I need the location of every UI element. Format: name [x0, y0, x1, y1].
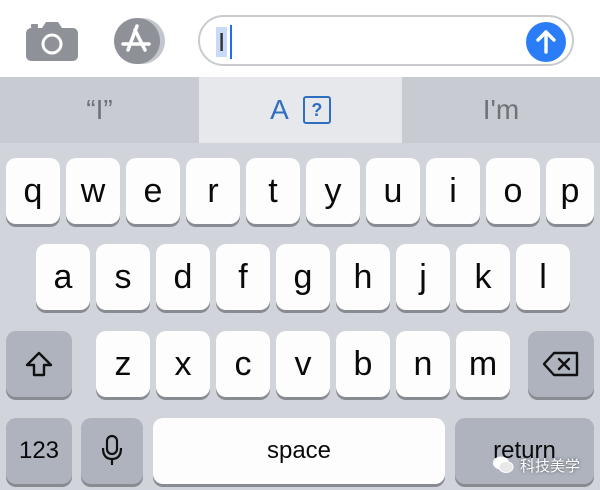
key-r[interactable]: r [186, 158, 240, 224]
watermark-text: 科技美学 [520, 457, 581, 475]
prediction-left[interactable]: “I” [0, 77, 199, 143]
key-x[interactable]: x [156, 331, 210, 397]
key-p[interactable]: p [546, 158, 594, 224]
microphone-icon [101, 434, 123, 465]
key-c[interactable]: c [216, 331, 270, 397]
wechat-icon [493, 456, 514, 473]
key-t[interactable]: t [246, 158, 300, 224]
key-u[interactable]: u [366, 158, 420, 224]
key-g[interactable]: g [276, 244, 330, 310]
question-box-icon: ? [302, 96, 331, 124]
prediction-middle-label: A [270, 94, 289, 125]
dictation-key[interactable] [81, 418, 143, 484]
key-l[interactable]: l [516, 244, 570, 310]
key-j[interactable]: j [396, 244, 450, 310]
send-button[interactable] [526, 22, 566, 62]
app-store-icon[interactable] [112, 16, 170, 66]
key-z[interactable]: z [96, 331, 150, 397]
key-q[interactable]: q [6, 158, 60, 224]
keyboard-row-2: a s d f g h j k l [0, 244, 600, 314]
prediction-middle[interactable]: A ? [199, 77, 402, 143]
shift-icon [25, 351, 53, 377]
watermark: 科技美学 [492, 450, 580, 480]
key-v[interactable]: v [276, 331, 330, 397]
key-w[interactable]: w [66, 158, 120, 224]
key-m[interactable]: m [456, 331, 510, 397]
predictive-bar: “I” A ? I'm [0, 77, 600, 143]
compose-bar: I [0, 0, 600, 77]
backspace-icon [542, 351, 579, 377]
key-k[interactable]: k [456, 244, 510, 310]
key-s[interactable]: s [96, 244, 150, 310]
delete-key[interactable] [528, 331, 594, 397]
prediction-right[interactable]: I'm [402, 77, 600, 143]
key-i[interactable]: i [426, 158, 480, 224]
key-y[interactable]: y [306, 158, 360, 224]
key-d[interactable]: d [156, 244, 210, 310]
keyboard-row-3: z x c v b n m [0, 331, 600, 401]
shift-key[interactable] [6, 331, 72, 397]
message-input[interactable]: I [198, 15, 574, 66]
text-cursor [230, 25, 232, 59]
keyboard-row-1: q w e r t y u i o p [0, 158, 600, 228]
key-b[interactable]: b [336, 331, 390, 397]
key-n[interactable]: n [396, 331, 450, 397]
arrow-up-icon [536, 30, 556, 54]
key-e[interactable]: e [126, 158, 180, 224]
space-key[interactable]: space [153, 418, 445, 484]
camera-icon[interactable] [24, 20, 80, 62]
message-text: I [216, 27, 228, 57]
key-o[interactable]: o [486, 158, 540, 224]
key-f[interactable]: f [216, 244, 270, 310]
key-a[interactable]: a [36, 244, 90, 310]
key-h[interactable]: h [336, 244, 390, 310]
numbers-key[interactable]: 123 [6, 418, 72, 484]
